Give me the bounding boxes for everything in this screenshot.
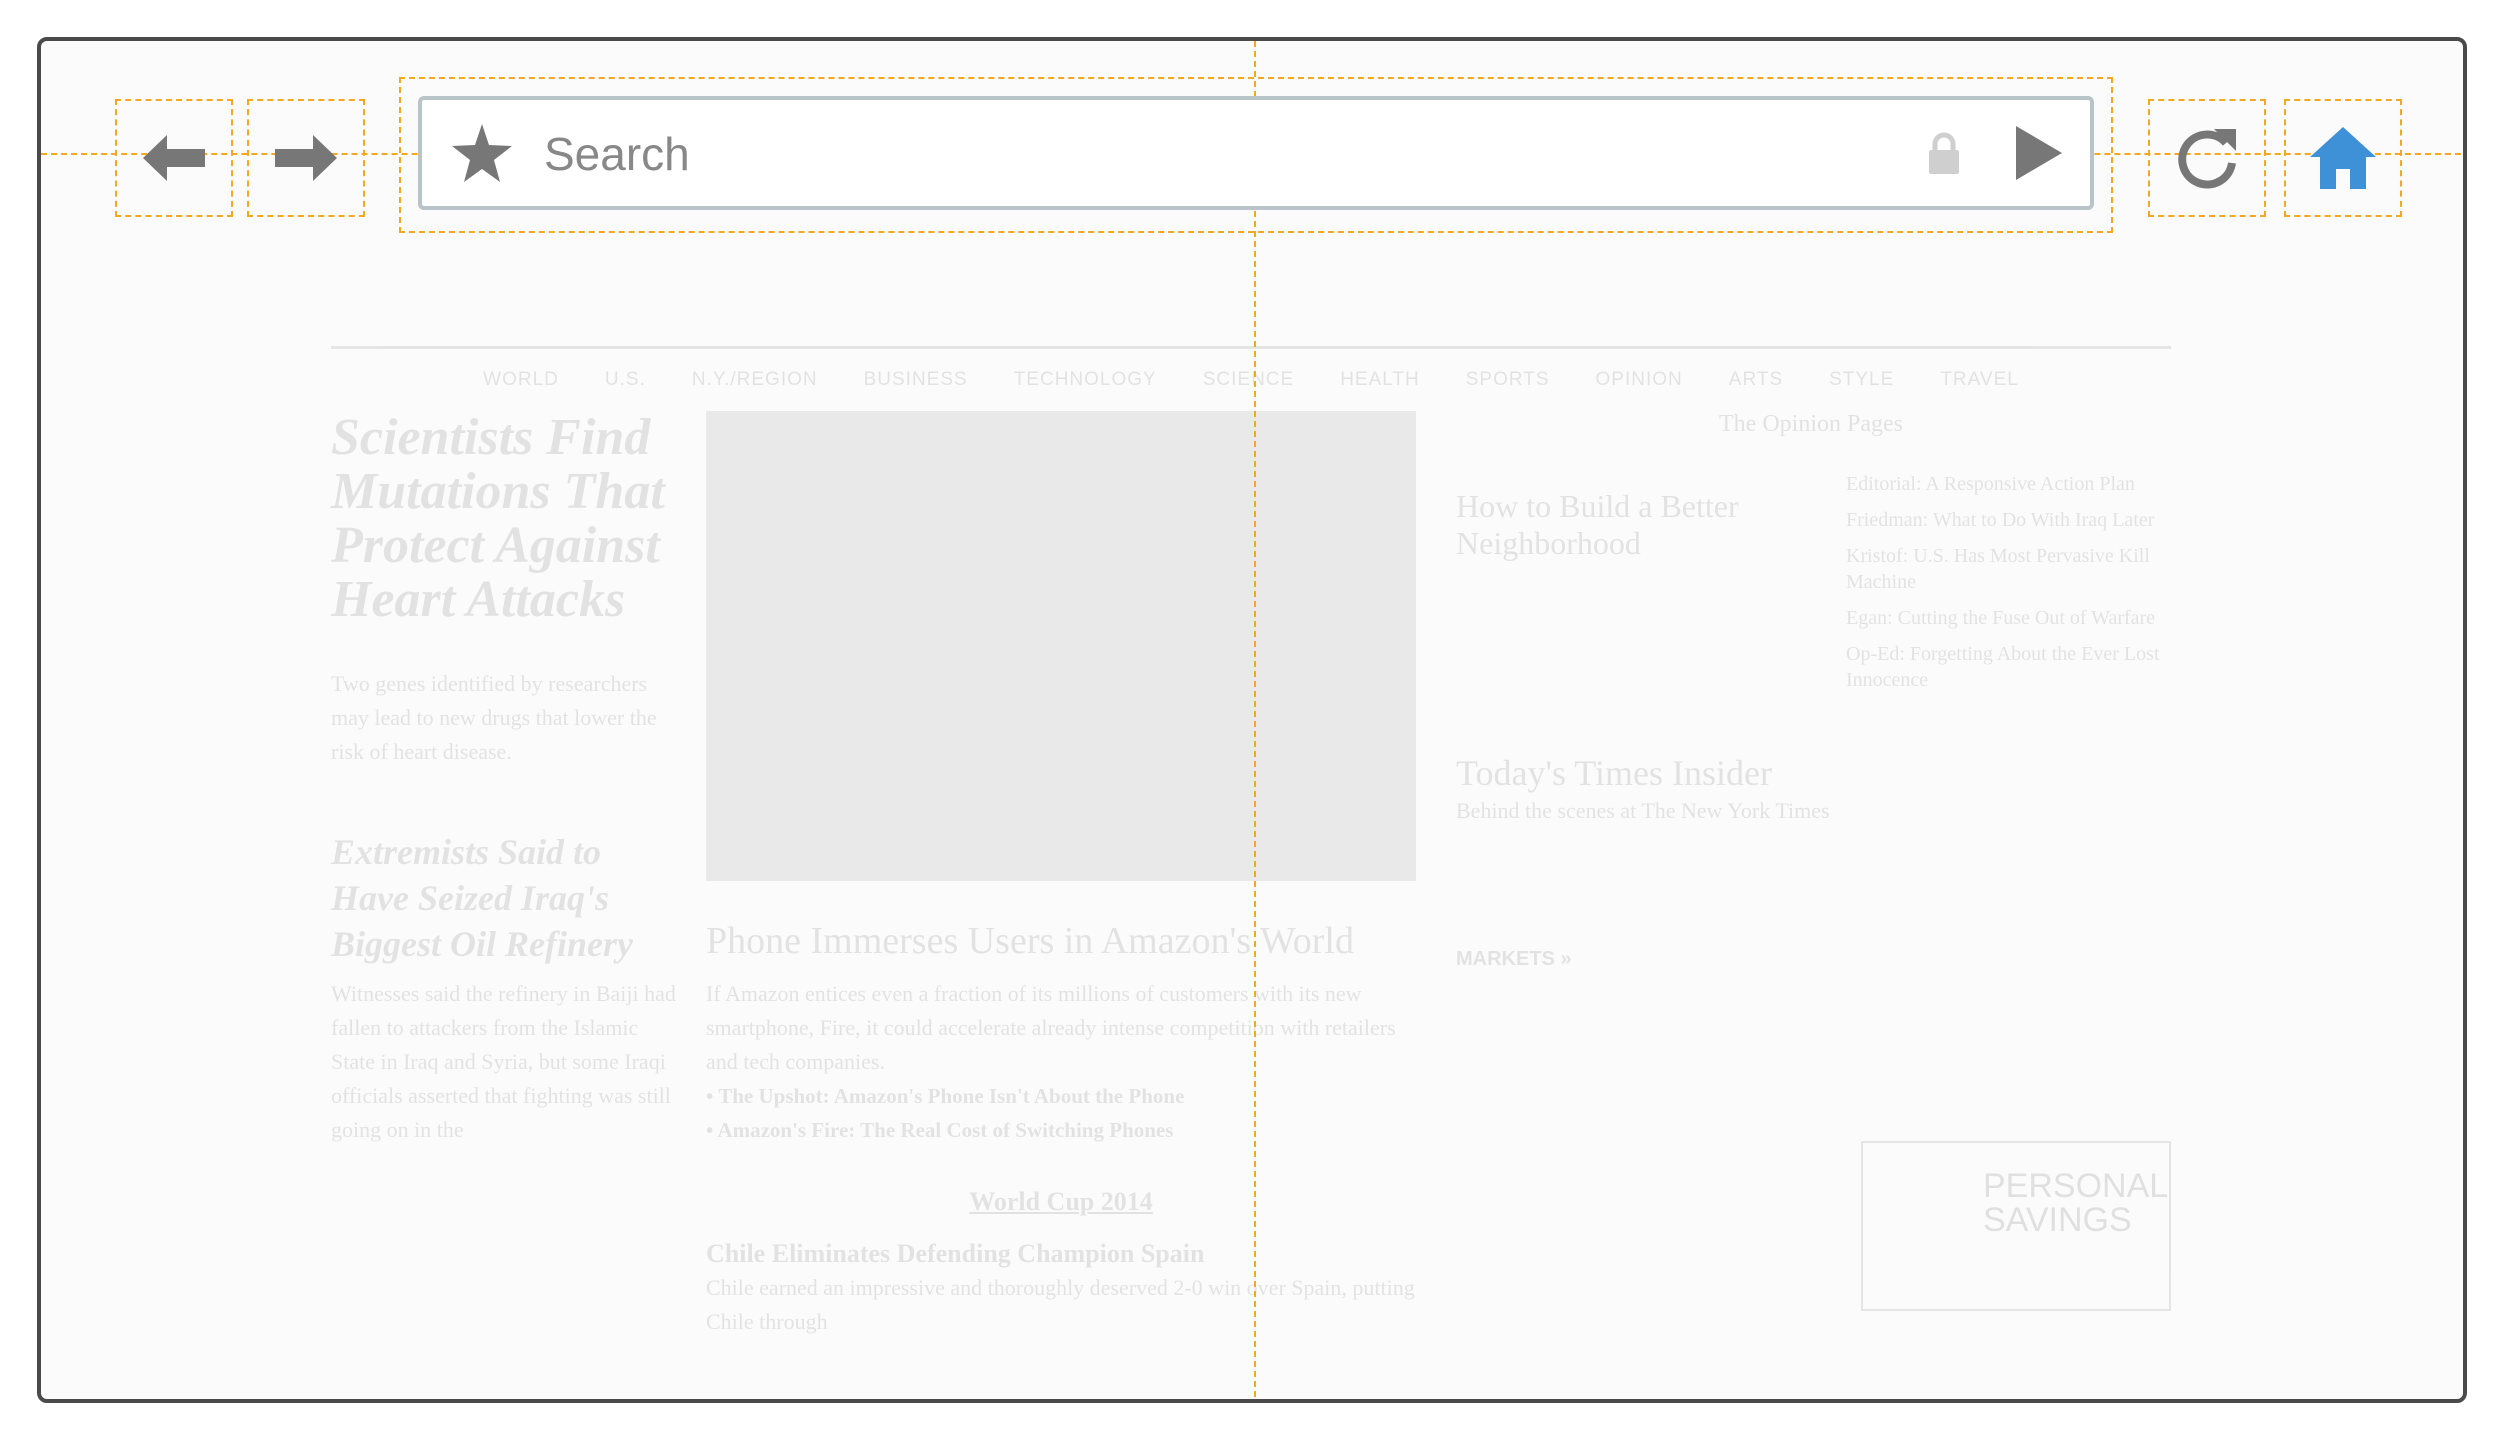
nav-item[interactable]: U.S. bbox=[605, 369, 646, 391]
summary-1: Two genes identified by researchers may … bbox=[331, 671, 657, 764]
ad-box[interactable]: PERSONAL SAVINGS bbox=[1861, 1141, 2171, 1311]
opinion-title[interactable]: The Opinion Pages bbox=[1456, 411, 2166, 438]
web-page-background: WORLD U.S. N.Y./REGION BUSINESS TECHNOLOGY SC… bbox=[41, 41, 2463, 1399]
home-button[interactable] bbox=[2284, 99, 2402, 217]
reload-icon bbox=[2178, 129, 2236, 189]
opinion-item[interactable]: Friedman: What to Do With Iraq Later bbox=[1846, 507, 2166, 533]
summary-3: Chile earned an impressive and thoroughl… bbox=[706, 1275, 1415, 1334]
nav-item[interactable]: N.Y./REGION bbox=[692, 369, 818, 391]
go-button[interactable] bbox=[2000, 114, 2078, 192]
nav-item[interactable]: HEALTH bbox=[1340, 369, 1420, 391]
opinion-list: Editorial: A Responsive Action Plan Frie… bbox=[1846, 471, 2166, 703]
bookmark-button[interactable] bbox=[442, 112, 522, 194]
browser-window: WORLD U.S. N.Y./REGION BUSINESS TECHNOLOGY SC… bbox=[37, 37, 2467, 1403]
lead-photo[interactable] bbox=[706, 411, 1416, 881]
nav-item[interactable]: OPINION bbox=[1596, 369, 1683, 391]
arrow-left-icon bbox=[143, 135, 205, 181]
headline-2[interactable]: Extremists Said to Have Seized Iraq's Bi… bbox=[331, 829, 681, 967]
nav-item[interactable]: BUSINESS bbox=[864, 369, 968, 391]
opinion-item[interactable]: Editorial: A Responsive Action Plan bbox=[1846, 471, 2166, 497]
secure-indicator bbox=[1924, 128, 1964, 178]
forward-button[interactable] bbox=[247, 99, 365, 217]
play-icon bbox=[2016, 126, 2062, 180]
related-link-1[interactable]: • The Upshot: Amazon's Phone Isn't About… bbox=[706, 1079, 1416, 1113]
home-icon bbox=[2310, 127, 2376, 189]
nav-item[interactable]: WORLD bbox=[483, 369, 559, 391]
opinion-item[interactable]: Op-Ed: Forgetting About the Ever Lost In… bbox=[1846, 641, 2166, 693]
nav-item[interactable]: SPORTS bbox=[1466, 369, 1550, 391]
vertical-guide bbox=[1254, 41, 1256, 1399]
nav-item[interactable]: TRAVEL bbox=[1940, 369, 2019, 391]
nav-item[interactable]: STYLE bbox=[1829, 369, 1894, 391]
section-label[interactable]: World Cup 2014 bbox=[706, 1187, 1416, 1217]
insider-subtitle: Behind the scenes at The New York Times bbox=[1456, 798, 1830, 823]
search-input[interactable] bbox=[542, 114, 1896, 194]
opinion-item[interactable]: Egan: Cutting the Fuse Out of Warfare bbox=[1846, 605, 2166, 631]
url-bar[interactable] bbox=[418, 96, 2094, 210]
section-nav: WORLD U.S. N.Y./REGION BUSINESS TECHNOLOGY SC… bbox=[331, 346, 2171, 391]
opinion-headline[interactable]: How to Build a Better Neighborhood bbox=[1456, 488, 1776, 562]
summary-2: Witnesses said the refinery in Baiji had… bbox=[331, 981, 676, 1142]
left-column: Scientists Find Mutations That Protect A… bbox=[331, 411, 681, 1147]
related-link-2[interactable]: • Amazon's Fire: The Real Cost of Switch… bbox=[706, 1113, 1416, 1147]
right-column: The Opinion Pages How to Build a Better … bbox=[1456, 411, 2166, 971]
reload-button[interactable] bbox=[2148, 99, 2266, 217]
lock-icon bbox=[1929, 132, 1959, 174]
headline-1[interactable]: Scientists Find Mutations That Protect A… bbox=[331, 411, 681, 627]
insider-title[interactable]: Today's Times Insider bbox=[1456, 752, 2166, 794]
nav-item[interactable]: TECHNOLOGY bbox=[1014, 369, 1157, 391]
lead-summary: If Amazon entices even a fraction of its… bbox=[706, 981, 1396, 1074]
nav-item[interactable]: ARTS bbox=[1729, 369, 1783, 391]
opinion-item[interactable]: Kristof: U.S. Has Most Pervasive Kill Ma… bbox=[1846, 543, 2166, 595]
middle-column: Phone Immerses Users in Amazon's World I… bbox=[706, 411, 1416, 1339]
star-icon bbox=[452, 124, 512, 182]
headline-3[interactable]: Chile Eliminates Defending Champion Spai… bbox=[706, 1237, 1416, 1271]
markets-label[interactable]: MARKETS » bbox=[1456, 948, 2166, 971]
arrow-right-icon bbox=[275, 135, 337, 181]
nav-item[interactable]: SCIENCE bbox=[1203, 369, 1294, 391]
back-button[interactable] bbox=[115, 99, 233, 217]
lead-headline[interactable]: Phone Immerses Users in Amazon's World bbox=[706, 919, 1416, 963]
